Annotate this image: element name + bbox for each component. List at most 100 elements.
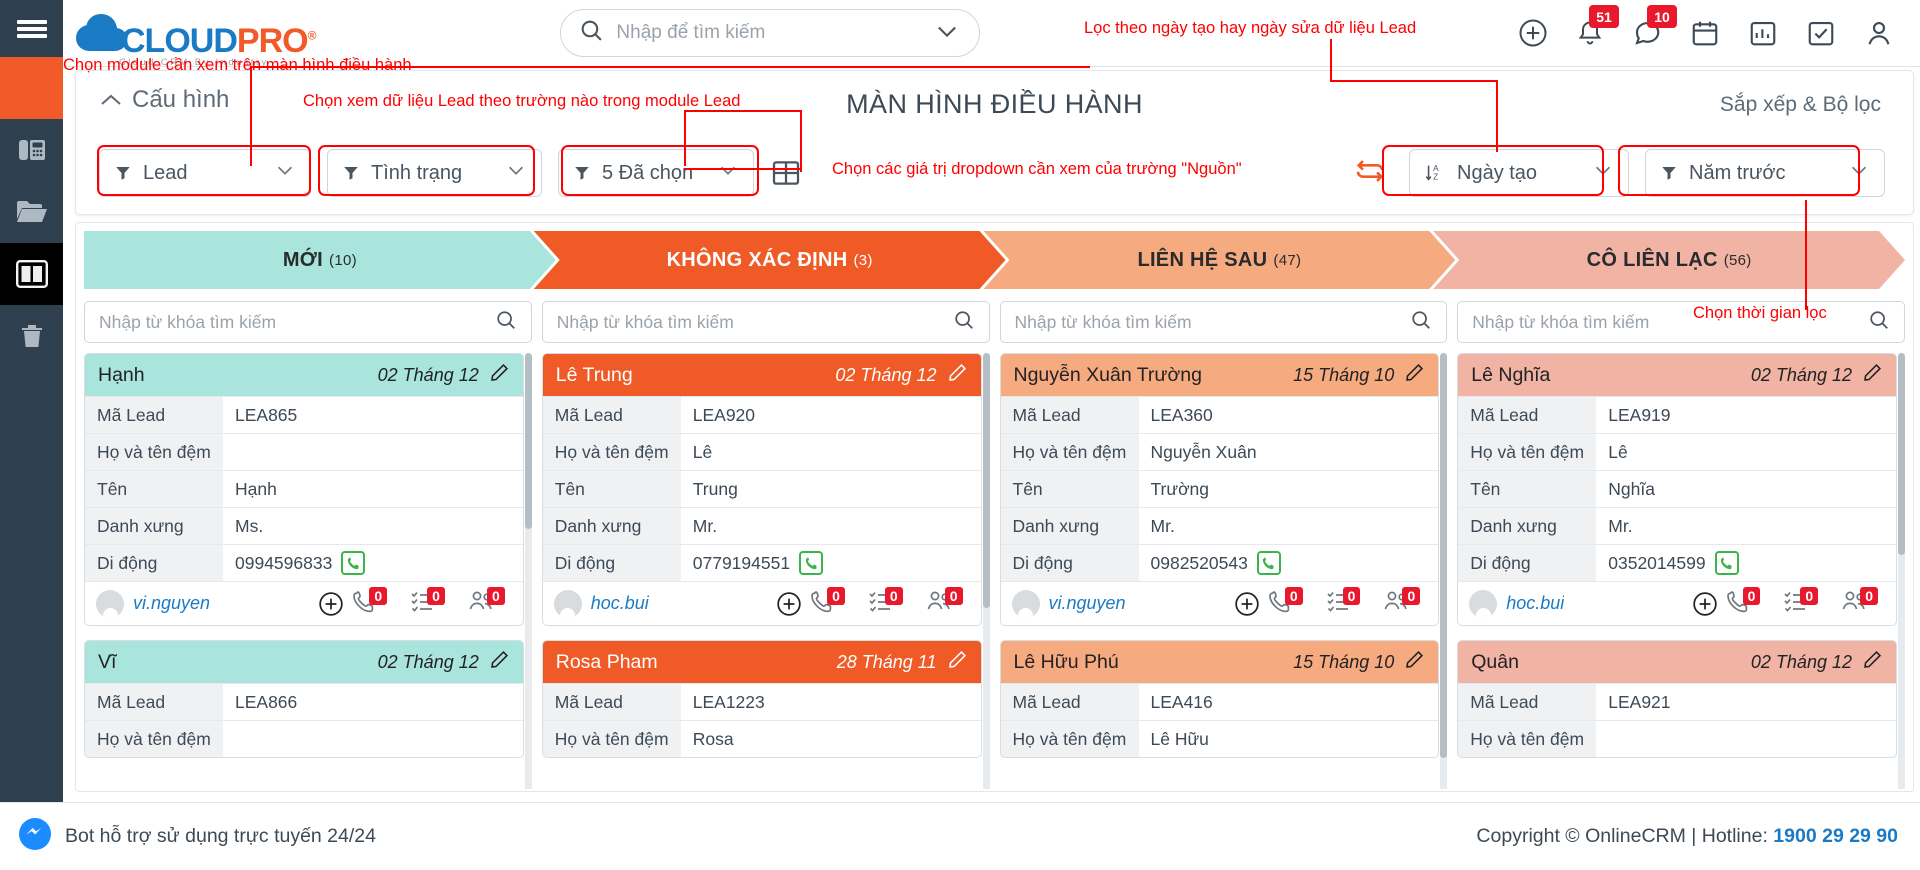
lead-field-label: Họ và tên đệm	[1000, 721, 1139, 757]
column-scrollbar-thumb[interactable]	[982, 353, 990, 608]
add-activity-button[interactable]	[776, 591, 802, 617]
sidebar-item-trash[interactable]	[0, 305, 63, 367]
column-scrollbar[interactable]	[524, 353, 532, 789]
column-search-input[interactable]	[99, 311, 495, 333]
lead-field-text: Mr.	[1608, 515, 1633, 536]
call-phone-icon[interactable]	[341, 551, 366, 575]
column-search[interactable]	[1457, 301, 1905, 343]
task-count[interactable]: 0	[1783, 586, 1825, 618]
chart-icon[interactable]	[1748, 18, 1778, 48]
search-input[interactable]	[616, 22, 934, 44]
app-logo[interactable]: CLOUDPRO® Cloud CRM By Industry	[72, 8, 328, 68]
column-search[interactable]	[84, 301, 532, 343]
lead-field-value: LEA1223	[681, 684, 981, 720]
lead-field-label: Họ và tên đệm	[542, 434, 681, 470]
stage-label: LIÊN HỆ SAU	[1137, 248, 1268, 271]
column-scrollbar-thumb[interactable]	[524, 353, 532, 529]
lead-card-actions: 0 0 0	[1234, 586, 1427, 618]
edit-pencil-icon[interactable]	[489, 362, 510, 389]
add-icon[interactable]	[1518, 18, 1548, 48]
global-search[interactable]	[560, 9, 981, 57]
column-scrollbar[interactable]	[982, 353, 990, 789]
contact-count[interactable]: 0	[1383, 586, 1427, 618]
call-count[interactable]: 0	[810, 586, 852, 618]
support-bot[interactable]: Bot hỗ trợ sử dụng trực tuyến 24/24	[18, 817, 376, 856]
edit-pencil-icon[interactable]	[1404, 649, 1425, 676]
column-scrollbar-thumb[interactable]	[1898, 353, 1905, 555]
column-search-input[interactable]	[556, 311, 953, 333]
add-activity-button[interactable]	[1234, 591, 1260, 617]
lead-card[interactable]: Nguyễn Xuân Trường 15 Tháng 10 Mã Lead LEA3…	[999, 353, 1440, 626]
stage-header[interactable]: MỚI (10)	[84, 231, 556, 289]
edit-pencil-icon[interactable]	[1404, 362, 1425, 389]
call-count[interactable]: 0	[1268, 586, 1310, 618]
lead-card-header: Rosa Pham 28 Tháng 11	[542, 641, 981, 683]
edit-pencil-icon[interactable]	[947, 649, 968, 676]
lead-owner[interactable]: vi.nguyen	[1049, 593, 1126, 614]
left-sidebar	[0, 0, 63, 870]
sidebar-item-pbx[interactable]	[0, 119, 63, 181]
task-count[interactable]: 0	[410, 586, 452, 618]
edit-pencil-icon[interactable]	[489, 649, 510, 676]
lead-field-row: Họ và tên đệm Lê Hữu	[1000, 720, 1439, 757]
lead-card[interactable]: Hạnh 02 Tháng 12 Mã Lead LEA865 Họ và tên đệ…	[84, 353, 524, 626]
task-count[interactable]: 0	[1326, 586, 1368, 618]
lead-card-footer: vi.nguyen 0 0 0	[1000, 581, 1439, 625]
task-icon[interactable]	[1806, 18, 1836, 48]
bell-icon[interactable]: 51	[1576, 5, 1619, 48]
sidebar-item-files[interactable]	[0, 181, 63, 243]
highlight-status-dropdown	[318, 145, 535, 196]
contact-count[interactable]: 0	[1841, 586, 1885, 618]
lead-field-value: LEA920	[681, 397, 981, 433]
lead-card[interactable]: Lê Nghĩa 02 Tháng 12 Mã Lead LEA919 Họ và tê…	[1457, 353, 1897, 626]
edit-pencil-icon[interactable]	[947, 362, 968, 389]
lead-card[interactable]: Rosa Pham 28 Tháng 11 Mã Lead LEA1223 Họ và …	[541, 640, 982, 758]
lead-card[interactable]: Vĩ 02 Tháng 12 Mã Lead LEA866 Họ và tên đệm	[84, 640, 524, 758]
column-search[interactable]	[999, 301, 1448, 343]
call-phone-icon[interactable]	[1256, 551, 1281, 575]
call-count[interactable]: 0	[352, 586, 394, 618]
contact-count[interactable]: 0	[926, 586, 970, 618]
edit-pencil-icon[interactable]	[1862, 362, 1883, 389]
lead-card[interactable]: Lê Hữu Phú 15 Tháng 10 Mã Lead LEA416 Họ và …	[999, 640, 1440, 758]
call-count[interactable]: 0	[1726, 586, 1768, 618]
kanban-column: Nguyễn Xuân Trường 15 Tháng 10 Mã Lead LEA3…	[999, 289, 1448, 789]
sidebar-item-kanban[interactable]	[0, 243, 63, 305]
hotline-link[interactable]: 1900 29 29 90	[1773, 825, 1898, 847]
sidebar-item-accent[interactable]	[0, 57, 63, 119]
chat-icon[interactable]: 10	[1632, 5, 1677, 48]
chevron-down-icon[interactable]	[933, 17, 961, 50]
lead-owner[interactable]: vi.nguyen	[133, 593, 210, 614]
add-activity-button[interactable]	[318, 591, 344, 617]
call-phone-icon[interactable]	[799, 551, 824, 575]
stage-header[interactable]: KHÔNG XÁC ĐỊNH (3)	[534, 231, 1006, 289]
call-phone-icon[interactable]	[1714, 551, 1739, 575]
lead-field-row: Tên Trường	[1000, 470, 1439, 507]
lead-date: 02 Tháng 12	[1750, 364, 1852, 385]
contact-count[interactable]: 0	[468, 586, 512, 618]
lead-card-header: Nguyễn Xuân Trường 15 Tháng 10	[1000, 354, 1439, 396]
calendar-icon[interactable]	[1690, 18, 1720, 48]
lead-field-text: LEA1223	[692, 691, 765, 712]
column-scrollbar[interactable]	[1898, 353, 1905, 789]
lead-owner[interactable]: hoc.bui	[591, 593, 649, 614]
stage-header[interactable]: CÔ LIÊN LẠC (56)	[1433, 231, 1905, 289]
lead-field-row: Mã Lead LEA920	[542, 396, 981, 433]
lead-field-text: LEA920	[692, 404, 756, 425]
lead-field-label: Mã Lead	[1000, 397, 1139, 433]
user-icon[interactable]	[1864, 18, 1894, 48]
lead-card[interactable]: Lê Trung 02 Tháng 12 Mã Lead LEA920 Họ và tê…	[541, 353, 982, 626]
task-count[interactable]: 0	[868, 586, 910, 618]
column-search-input[interactable]	[1014, 311, 1411, 333]
stage-header[interactable]: LIÊN HỆ SAU (47)	[984, 231, 1456, 289]
lead-owner[interactable]: hoc.bui	[1506, 593, 1564, 614]
column-scrollbar[interactable]	[1440, 353, 1448, 789]
column-search[interactable]	[541, 301, 990, 343]
menu-toggle-button[interactable]	[0, 0, 63, 57]
add-activity-button[interactable]	[1692, 591, 1718, 617]
lead-card[interactable]: Quân 02 Tháng 12 Mã Lead LEA921 Họ và tên đệ…	[1457, 640, 1897, 758]
lead-field-value: Ms.	[223, 508, 523, 544]
edit-pencil-icon[interactable]	[1862, 649, 1883, 676]
highlight-selected-dropdown	[561, 145, 759, 196]
column-scrollbar-thumb[interactable]	[1440, 353, 1448, 758]
